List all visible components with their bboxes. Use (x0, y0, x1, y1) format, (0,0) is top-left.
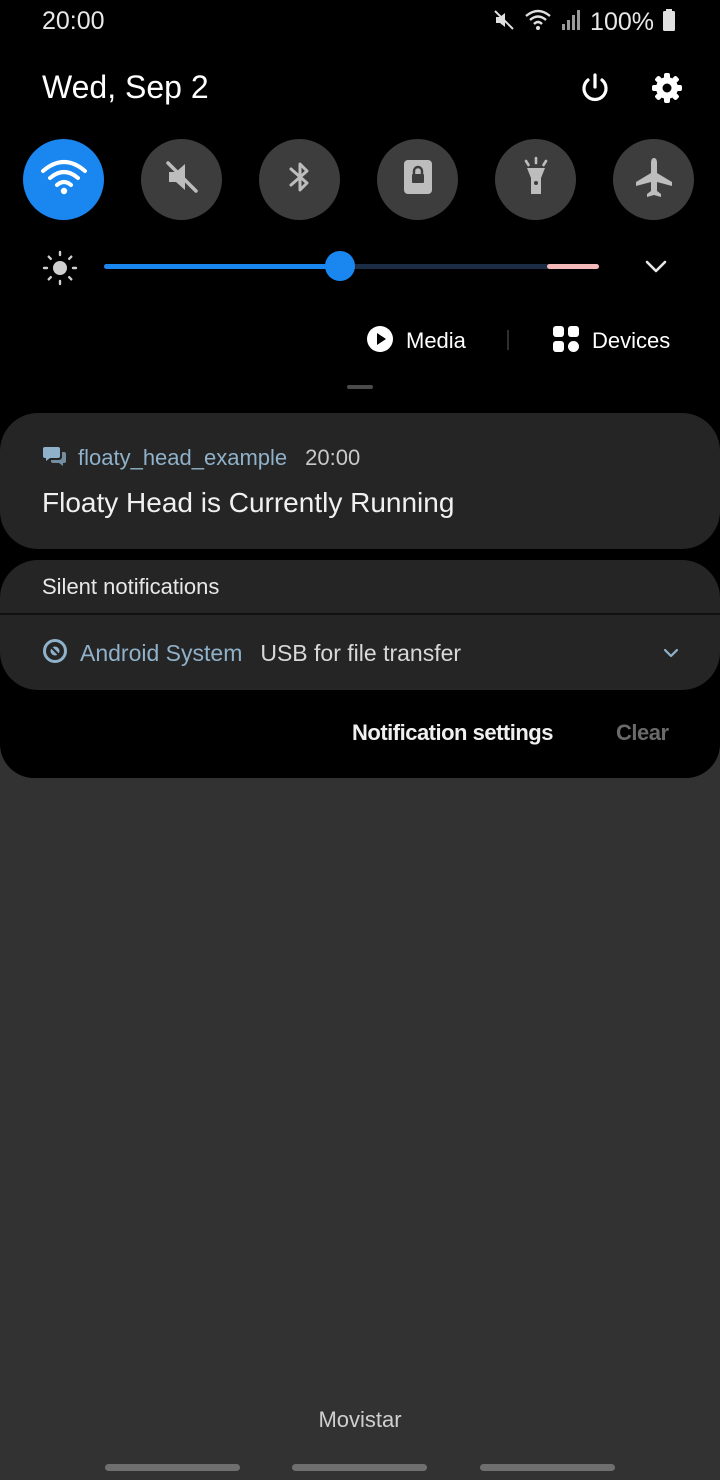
wifi-icon (40, 157, 88, 202)
notification-card[interactable]: floaty_head_example 20:00 Floaty Head is… (0, 413, 720, 549)
notification-settings-button[interactable]: Notification settings (352, 720, 553, 746)
power-icon[interactable] (575, 68, 615, 108)
notification-app-name: floaty_head_example (78, 445, 288, 470)
wifi-icon (524, 8, 552, 37)
nav-back-button[interactable] (480, 1464, 615, 1471)
notification-header: floaty_head_example 20:00 (42, 444, 360, 472)
brightness-high-zone (547, 264, 599, 269)
divider (507, 330, 509, 350)
notification-time: 20:00 (305, 445, 361, 470)
notification-title: Floaty Head is Currently Running (42, 487, 455, 518)
bluetooth-icon (285, 157, 315, 202)
toggle-portrait-lock[interactable] (377, 139, 458, 220)
silent-item-app-name: Android System (80, 639, 243, 666)
mute-icon (492, 8, 516, 37)
toggle-flashlight[interactable] (495, 139, 576, 220)
signal-icon (560, 8, 582, 37)
drag-handle[interactable] (347, 385, 373, 389)
toggle-bluetooth[interactable] (259, 139, 340, 220)
chat-icon (42, 443, 68, 474)
chevron-down-icon[interactable] (640, 252, 672, 280)
brightness-icon (42, 250, 78, 286)
play-icon (366, 325, 394, 358)
quick-toggles (23, 139, 695, 221)
status-icons: 100% (492, 8, 676, 36)
android-system-icon (42, 638, 68, 669)
flashlight-icon (519, 156, 553, 203)
status-time: 20:00 (42, 7, 105, 35)
battery-icon (662, 8, 676, 37)
media-button[interactable]: Media (366, 324, 466, 358)
gear-icon[interactable] (647, 68, 687, 108)
media-label: Media (406, 328, 466, 353)
devices-grid-icon (552, 325, 580, 358)
status-bar: 20:00 100% (0, 0, 720, 44)
toggle-sound[interactable] (141, 139, 222, 220)
lock-icon (401, 157, 435, 202)
devices-label: Devices (592, 328, 671, 353)
nav-recents-button[interactable] (105, 1464, 240, 1471)
brightness-thumb[interactable] (324, 251, 355, 281)
silent-notifications-card: Silent notifications Android System USB … (0, 560, 720, 690)
battery-percent: 100% (590, 7, 654, 36)
brightness-fill (104, 264, 340, 269)
nav-home-button[interactable] (292, 1464, 427, 1471)
silent-notification-item[interactable]: Android System USB for file transfer (42, 638, 462, 669)
devices-button[interactable]: Devices (552, 324, 670, 358)
chevron-down-icon[interactable] (660, 643, 682, 663)
toggle-airplane[interactable] (613, 139, 694, 220)
silent-item-text: USB for file transfer (260, 639, 462, 666)
divider (0, 613, 720, 615)
carrier-label: Movistar (318, 1407, 402, 1432)
notification-panel: 20:00 100% Wed, Sep 2 Media Devices floa… (0, 0, 720, 778)
brightness-slider[interactable] (104, 251, 599, 281)
airplane-icon (632, 155, 676, 204)
toggle-wifi[interactable] (23, 139, 104, 220)
clear-button[interactable]: Clear (616, 720, 669, 746)
mute-icon (162, 157, 202, 202)
date-label: Wed, Sep 2 (42, 69, 209, 105)
silent-notifications-header: Silent notifications (42, 574, 220, 599)
